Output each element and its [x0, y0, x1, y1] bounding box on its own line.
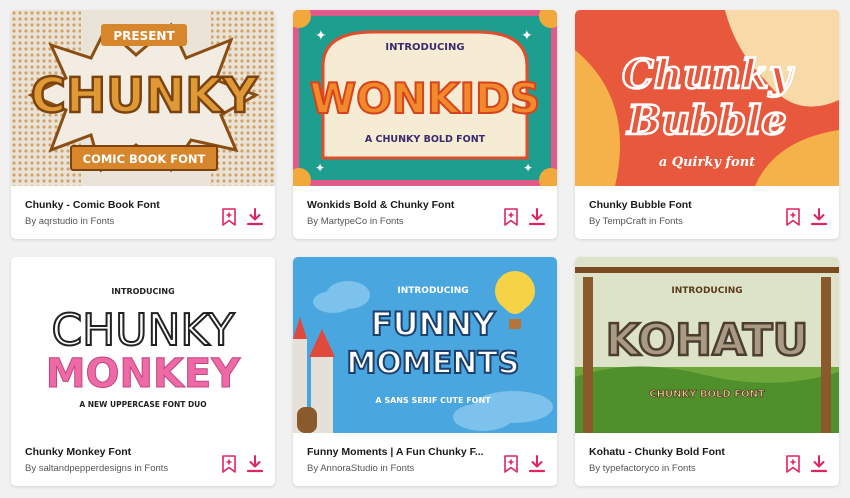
- by-label: By: [25, 216, 37, 227]
- card-info: Chunky Monkey Font By saltandpepperdesig…: [11, 433, 275, 486]
- art-small-text: INTRODUCING: [111, 287, 174, 296]
- download-icon[interactable]: [528, 207, 546, 227]
- svg-text:✦: ✦: [315, 28, 327, 44]
- in-label: in: [649, 216, 657, 227]
- author-link[interactable]: aqrstudio: [39, 216, 78, 227]
- font-meta: By TempCraft in Fonts: [589, 216, 779, 227]
- category-link[interactable]: Fonts: [380, 216, 404, 227]
- bookmark-add-icon[interactable]: [220, 207, 238, 227]
- in-label: in: [380, 463, 388, 474]
- art-line2-text: MOMENTS: [347, 346, 520, 381]
- by-label: By: [307, 463, 319, 474]
- category-link[interactable]: Fonts: [390, 463, 414, 474]
- art-line2-text: Bubble: [626, 97, 786, 144]
- author-link[interactable]: MartypeCo: [321, 216, 367, 227]
- font-title[interactable]: Funny Moments | A Fun Chunky F...: [307, 446, 493, 458]
- font-card[interactable]: INTRODUCING CHUNKY MONKEY A NEW UPPERCAS…: [11, 257, 275, 486]
- bookmark-add-icon[interactable]: [220, 454, 238, 474]
- author-link[interactable]: AnnoraStudio: [320, 463, 378, 474]
- category-link[interactable]: Fonts: [91, 216, 115, 227]
- art-small-text: INTRODUCING: [385, 42, 464, 53]
- category-link[interactable]: Fonts: [144, 463, 168, 474]
- download-icon[interactable]: [528, 454, 546, 474]
- art-small-text: INTRODUCING: [671, 286, 742, 296]
- font-title[interactable]: Chunky - Comic Book Font: [25, 199, 211, 211]
- svg-text:✦: ✦: [315, 161, 325, 175]
- card-info: Funny Moments | A Fun Chunky F... By Ann…: [293, 433, 557, 486]
- in-label: in: [661, 463, 670, 474]
- bookmark-add-icon[interactable]: [784, 207, 802, 227]
- card-info: Chunky Bubble Font By TempCraft in Fonts: [575, 186, 839, 239]
- card-info: Kohatu - Chunky Bold Font By typefactory…: [575, 433, 839, 486]
- font-results-grid: PRESENT CHUNKY COMIC BOOK FONT Chunky - …: [0, 0, 850, 498]
- category-link[interactable]: Fonts: [672, 463, 696, 474]
- font-card[interactable]: Chunky Bubble a Quirky font Chunky Bubbl…: [575, 10, 839, 239]
- art-big-text: KOHATU: [606, 315, 809, 366]
- art-line1-text: Chunky: [622, 51, 795, 98]
- art-small-text: INTRODUCING: [397, 286, 468, 296]
- font-preview-image[interactable]: INTRODUCING FUNNY MOMENTS A SANS SERIF C…: [293, 257, 557, 433]
- font-preview-image[interactable]: PRESENT CHUNKY COMIC BOOK FONT: [11, 10, 275, 186]
- category-link[interactable]: Fonts: [659, 216, 683, 227]
- art-sub-text: A NEW UPPERCASE FONT DUO: [79, 400, 206, 409]
- art-line1-text: FUNNY: [371, 305, 496, 343]
- font-preview-image[interactable]: Chunky Bubble a Quirky font: [575, 10, 839, 186]
- font-preview-image[interactable]: INTRODUCING CHUNKY MONKEY A NEW UPPERCAS…: [11, 257, 275, 433]
- bookmark-add-icon[interactable]: [502, 454, 520, 474]
- by-label: By: [589, 216, 601, 227]
- in-label: in: [134, 463, 142, 474]
- font-meta: By AnnoraStudio in Fonts: [307, 463, 497, 474]
- font-meta: By aqrstudio in Fonts: [25, 216, 215, 227]
- art-small-text: PRESENT: [113, 29, 175, 43]
- font-meta: By MartypeCo in Fonts: [307, 216, 497, 227]
- art-sub-text: a Quirky font: [659, 155, 755, 170]
- bookmark-add-icon[interactable]: [502, 207, 520, 227]
- author-link[interactable]: typefactoryco: [603, 463, 660, 474]
- art-big-text: CHUNKY: [31, 68, 259, 124]
- art-sub-text: A CHUNKY BOLD FONT: [365, 134, 486, 145]
- font-meta: By typefactoryco in Fonts: [589, 463, 779, 474]
- bookmark-add-icon[interactable]: [784, 454, 802, 474]
- svg-text:✦: ✦: [521, 28, 533, 44]
- font-title[interactable]: Chunky Monkey Font: [25, 446, 211, 458]
- art-line1-text: CHUNKY: [51, 305, 234, 356]
- font-preview-image[interactable]: INTRODUCING KOHATU CHUNKY BOLD FONT: [575, 257, 839, 433]
- font-title[interactable]: Wonkids Bold & Chunky Font: [307, 199, 493, 211]
- card-info: Chunky - Comic Book Font By aqrstudio in…: [11, 186, 275, 239]
- in-label: in: [80, 216, 88, 227]
- by-label: By: [307, 216, 319, 227]
- download-icon[interactable]: [246, 454, 264, 474]
- in-label: in: [369, 216, 378, 227]
- by-label: By: [25, 463, 37, 474]
- art-line2-text: MONKEY: [46, 351, 242, 397]
- author-link[interactable]: TempCraft: [603, 216, 647, 227]
- art-sub-text: COMIC BOOK FONT: [83, 152, 206, 166]
- font-meta: By saltandpepperdesigns in Fonts: [25, 463, 215, 474]
- font-card[interactable]: INTRODUCING KOHATU CHUNKY BOLD FONT Koha…: [575, 257, 839, 486]
- art-big-text: WONKIDS: [310, 74, 540, 123]
- font-title[interactable]: Kohatu - Chunky Bold Font: [589, 446, 775, 458]
- download-icon[interactable]: [246, 207, 264, 227]
- card-info: Wonkids Bold & Chunky Font By MartypeCo …: [293, 186, 557, 239]
- download-icon[interactable]: [810, 207, 828, 227]
- font-card[interactable]: INTRODUCING WONKIDS A CHUNKY BOLD FONT ✦…: [293, 10, 557, 239]
- font-title[interactable]: Chunky Bubble Font: [589, 199, 775, 211]
- font-preview-image[interactable]: INTRODUCING WONKIDS A CHUNKY BOLD FONT ✦…: [293, 10, 557, 186]
- font-card[interactable]: PRESENT CHUNKY COMIC BOOK FONT Chunky - …: [11, 10, 275, 239]
- author-link[interactable]: saltandpepperdesigns: [39, 463, 132, 474]
- download-icon[interactable]: [810, 454, 828, 474]
- font-card[interactable]: INTRODUCING FUNNY MOMENTS A SANS SERIF C…: [293, 257, 557, 486]
- svg-text:✦: ✦: [523, 161, 533, 175]
- art-sub-text: A SANS SERIF CUTE FONT: [375, 396, 491, 405]
- by-label: By: [589, 463, 601, 474]
- art-sub-text: CHUNKY BOLD FONT: [649, 389, 765, 400]
